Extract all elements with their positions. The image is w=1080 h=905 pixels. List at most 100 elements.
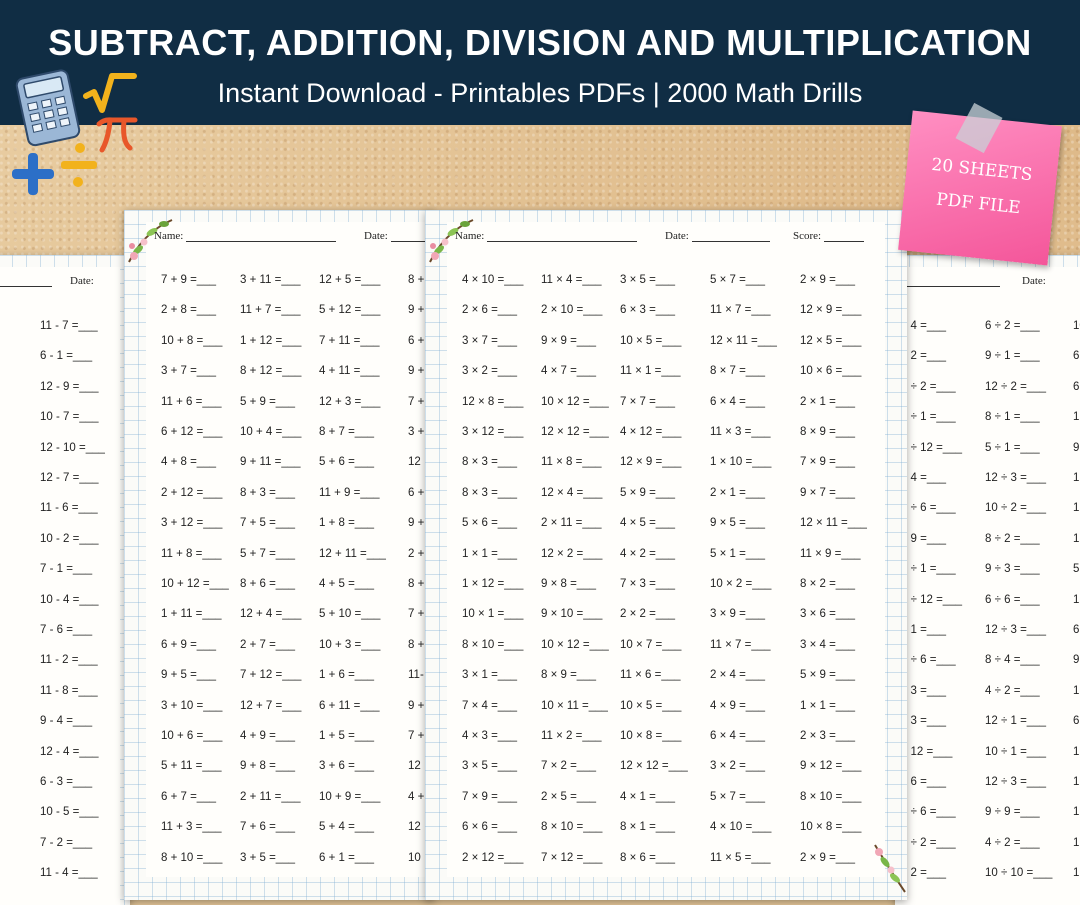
problem-item: 8 ÷ 4 =___ [985, 654, 1040, 667]
problem-item: 5 × 9 =___ [800, 669, 855, 682]
problem-item: 4 × 5 =___ [620, 517, 675, 530]
title-banner: SUBTRACT, ADDITION, DIVISION AND MULTIPL… [0, 0, 1080, 125]
square-root-icon [83, 73, 137, 113]
problem-item: 1 [1073, 806, 1080, 819]
addition-sheet: Name: Date: 7 + 9 =___ 2 + 8 =___ 10 + 8 =… [124, 210, 434, 900]
problem-item: 1 + 11 =___ [161, 608, 222, 621]
problem-item: 2 ÷ 12 =___ [901, 593, 962, 606]
problem-item: 2 × 6 =___ [462, 304, 517, 317]
problem-item: 12 ÷ 2 =___ [985, 380, 1046, 393]
problem-item: 2 ÷ 1 =___ [901, 411, 956, 424]
subtraction-sheet: Date: 11 - 7 =___ 6 - 1 =___ 12 - 9 =___ 10… [0, 255, 130, 905]
problem-item: ÷ 12 =___ [901, 745, 953, 758]
problem-item: 1 × 1 =___ [462, 547, 517, 560]
problem-item: 2 ÷ 12 =___ [901, 441, 962, 454]
problem-item: 12 + 7 =___ [240, 699, 302, 712]
problem-item: 12 × 9 =___ [620, 456, 682, 469]
problem-item: ÷ 3 =___ [901, 715, 947, 728]
problem-item: 2 × 9 =___ [800, 274, 855, 286]
problem-item: ÷ 2 =___ [901, 350, 947, 363]
problem-item: 5 ÷ 1 =___ [985, 441, 1040, 454]
problem-item: 7 - 1 =___ [40, 563, 93, 576]
problem-item: 2 × 3 =___ [800, 730, 855, 742]
problem-item: 3 + 10 =___ [161, 699, 223, 712]
problem-item: 3 × 9 =___ [710, 608, 765, 621]
problem-item: ÷ 4 =___ [901, 320, 947, 332]
division-sheet: Date: ÷ 4 =___ ÷ 2 =___ 0 ÷ 2 =___ 2 ÷ 1 =_… [895, 255, 1080, 905]
problem-item: 8 × 3 =___ [462, 486, 517, 499]
problem-item: 9 [1073, 654, 1080, 667]
date-field: Date: [665, 230, 770, 242]
problem-item: 8 + [408, 274, 425, 286]
problem-item: 3 × 2 =___ [462, 365, 517, 378]
problem-item: 12 × 12 =___ [541, 426, 609, 438]
problem-item: 5 + 12 =___ [319, 304, 381, 317]
problem-item: 8 × 7 =___ [710, 365, 765, 378]
problem-item: 12 × 5 =___ [800, 334, 862, 347]
problem-item: 4 + 11 =___ [319, 365, 380, 378]
problem-item: 3 × 12 =___ [462, 426, 524, 438]
pi-icon [96, 117, 138, 153]
problem-item: 9 × 5 =___ [710, 517, 765, 530]
problem-item: 11 × 9 =___ [800, 547, 861, 560]
problem-item: 8 + 6 =___ [240, 578, 295, 590]
problem-item: 10 - 5 =___ [40, 806, 99, 819]
problem-item: 1 [1073, 593, 1080, 606]
problem-item: 3 + 5 =___ [240, 851, 295, 864]
problem-item: 9 + [408, 517, 425, 530]
problem-item: 5 × 7 =___ [710, 790, 765, 803]
problem-item: 6 [1073, 715, 1080, 728]
problem-item: 1 × 10 =___ [710, 456, 772, 469]
problem-item: 9 + 8 =___ [240, 760, 295, 773]
problem-item: 9 + [408, 699, 425, 712]
problem-item: 5 + 9 =___ [240, 395, 295, 408]
problem-item: 7 × 2 =___ [541, 760, 596, 773]
problem-item: 1 [1073, 472, 1080, 484]
problem-item: 1 × 12 =___ [462, 578, 524, 590]
problem-item: 12 [408, 456, 421, 469]
problem-item: 1 [1073, 502, 1080, 515]
problem-item: 7 + [408, 608, 425, 621]
problem-item: 4 + 9 =___ [240, 730, 295, 742]
multiplication-sheet: Name: Date: Score: 4 × 10 =___ 2 × 6 =___… [425, 210, 907, 900]
problem-item: 8 × 6 =___ [620, 851, 675, 864]
problem-item: 7 × 3 =___ [620, 578, 675, 590]
problem-item: 2 ÷ 6 =___ [901, 806, 956, 819]
problem-item: 1 × 1 =___ [800, 699, 855, 712]
problem-item: 0 ÷ 2 =___ [901, 836, 956, 849]
problem-item: 4 × 1 =___ [620, 790, 675, 803]
problem-item: 4 ÷ 2 =___ [985, 836, 1040, 849]
problem-item: 11- [408, 669, 424, 682]
problem-item: 10 + 12 =___ [161, 578, 229, 590]
problem-item: 9 - 4 =___ [40, 715, 93, 728]
problem-item: 11 + 3 =___ [161, 821, 222, 834]
problem-item: 11 - 2 =___ [40, 654, 98, 667]
problem-item: 10 [408, 851, 421, 864]
problem-item: 2 × 4 =___ [710, 669, 765, 682]
problem-item: 7 + [408, 395, 425, 408]
problem-item: 4 × 10 =___ [462, 274, 524, 286]
problem-item: 2 × 12 =___ [462, 851, 524, 864]
problem-item: 8 × 3 =___ [462, 456, 517, 469]
problem-item: 1 + 12 =___ [240, 334, 302, 347]
problem-item: 8 + 10 =___ [161, 851, 223, 864]
problem-item: 8 ÷ 2 =___ [985, 532, 1040, 545]
problem-item: 11 + 6 =___ [161, 395, 222, 408]
problem-item: 6 × 4 =___ [710, 730, 765, 742]
problem-item: 2 × 1 =___ [800, 395, 855, 408]
problem-item: 3 + 12 =___ [161, 517, 223, 530]
problem-item: 12 ÷ 3 =___ [985, 472, 1046, 484]
problem-item: 11 × 6 =___ [620, 669, 681, 682]
problem-item: 11 × 1 =___ [620, 365, 681, 378]
problem-item: 10 + 6 =___ [161, 730, 223, 742]
problem-item: 12 ÷ 3 =___ [985, 776, 1046, 788]
problem-item: 10 × 11 =___ [541, 699, 608, 712]
problem-item: 2 + [408, 547, 425, 560]
problem-item: 8 + [408, 578, 425, 590]
problem-item: 6 × 3 =___ [620, 304, 675, 317]
problem-item: 8 + 7 =___ [319, 426, 374, 438]
problem-item: 3 × 6 =___ [800, 608, 855, 621]
problem-item: 2 + 7 =___ [240, 638, 295, 651]
problem-item: 10 × 5 =___ [620, 699, 682, 712]
problem-item: 3 + 7 =___ [161, 365, 216, 378]
